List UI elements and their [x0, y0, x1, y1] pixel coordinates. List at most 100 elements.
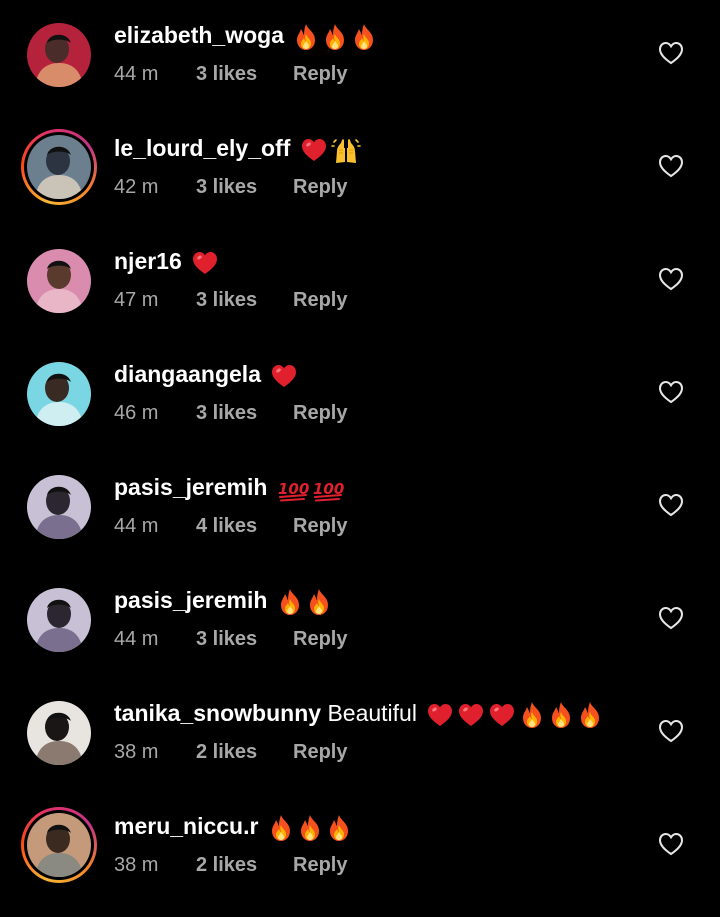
comment-emojis [267, 361, 298, 387]
comment-likes[interactable]: 4 likes [196, 513, 293, 539]
reply-button[interactable]: Reply [293, 513, 347, 539]
comment-likes[interactable]: 3 likes [196, 174, 293, 200]
comment-username[interactable]: le_lourd_ely_off [114, 135, 290, 161]
comment-meta: 44 m 4 likes Reply [114, 513, 347, 539]
comment-emojis: 100 100 [274, 474, 344, 503]
comment-likes[interactable]: 3 likes [196, 400, 293, 426]
comment-row: diangaangela 46 m 3 likes Reply [0, 339, 720, 452]
like-heart-icon[interactable] [657, 266, 685, 292]
fire-icon [293, 23, 319, 51]
comment-username[interactable]: njer16 [114, 248, 182, 274]
avatar[interactable] [21, 129, 97, 205]
comment-time: 38 m [114, 741, 159, 763]
red-heart-icon [426, 702, 454, 728]
reply-button[interactable]: Reply [293, 287, 347, 313]
comment-emojis [265, 813, 352, 842]
comment-likes[interactable]: 3 likes [196, 626, 293, 652]
avatar[interactable] [27, 362, 91, 426]
comment-time: 46 m [114, 402, 159, 424]
avatar[interactable] [21, 807, 97, 883]
avatar[interactable] [27, 23, 91, 87]
like-heart-icon[interactable] [657, 831, 685, 857]
reply-button[interactable]: Reply [293, 174, 347, 200]
comment-line: pasis_jeremih [114, 584, 332, 616]
red-heart-icon [191, 250, 219, 276]
comment-meta: 47 m 3 likes Reply [114, 287, 347, 313]
comment-likes[interactable]: 2 likes [196, 739, 293, 765]
fire-icon [577, 701, 603, 729]
comment-likes[interactable]: 3 likes [196, 61, 293, 87]
reply-button[interactable]: Reply [293, 626, 347, 652]
like-heart-icon[interactable] [657, 492, 685, 518]
reply-button[interactable]: Reply [293, 852, 347, 878]
hundred-icon: 100 [312, 475, 344, 503]
red-heart-icon [488, 702, 516, 728]
red-heart-icon [457, 702, 485, 728]
comment-likes[interactable]: 3 likes [196, 287, 293, 313]
avatar-image [27, 135, 91, 199]
fire-icon [548, 701, 574, 729]
like-heart-icon[interactable] [657, 718, 685, 744]
comment-line: le_lourd_ely_off [114, 132, 361, 164]
comment-username[interactable]: tanika_snowbunny [114, 700, 321, 726]
fire-icon [306, 588, 332, 616]
reply-button[interactable]: Reply [293, 400, 347, 426]
comment-time: 44 m [114, 515, 159, 537]
comment-row: le_lourd_ely_off 42 m 3 likes Reply [0, 113, 720, 226]
fire-icon [326, 814, 352, 842]
hundred-icon: 100 [277, 475, 309, 503]
comment-username[interactable]: meru_niccu.r [114, 813, 258, 839]
comment-meta: 38 m 2 likes Reply [114, 739, 347, 765]
comment-likes[interactable]: 2 likes [196, 852, 293, 878]
comment-meta: 38 m 2 likes Reply [114, 852, 347, 878]
comment-row: elizabeth_woga 44 m 3 likes Reply [0, 0, 720, 113]
comment-username[interactable]: elizabeth_woga [114, 22, 284, 48]
comment-row: meru_niccu.r 38 m 2 likes Reply [0, 791, 720, 904]
like-heart-icon[interactable] [657, 153, 685, 179]
comment-line: meru_niccu.r [114, 810, 352, 842]
like-heart-icon[interactable] [657, 379, 685, 405]
comment-row: tanika_snowbunny Beautiful 38 m 2 likes Re… [0, 678, 720, 791]
comment-meta: 44 m 3 likes Reply [114, 626, 347, 652]
avatar[interactable] [27, 701, 91, 765]
avatar-image [27, 475, 91, 539]
reply-button[interactable]: Reply [293, 739, 347, 765]
comment-meta: 46 m 3 likes Reply [114, 400, 347, 426]
comment-row: njer16 47 m 3 likes Reply [0, 226, 720, 339]
avatar[interactable] [27, 475, 91, 539]
fire-icon [519, 701, 545, 729]
comment-line: tanika_snowbunny Beautiful [114, 697, 603, 729]
fire-icon [277, 588, 303, 616]
avatar[interactable] [27, 249, 91, 313]
comment-time: 47 m [114, 289, 159, 311]
red-heart-icon [300, 137, 328, 163]
comment-time: 44 m [114, 63, 159, 85]
avatar-image [27, 362, 91, 426]
raised-hands-icon [330, 136, 361, 164]
comment-username[interactable]: pasis_jeremih [114, 474, 267, 500]
comment-username[interactable]: diangaangela [114, 361, 261, 387]
comment-text: Beautiful [327, 700, 417, 726]
fire-icon [351, 23, 377, 51]
comment-meta: 42 m 3 likes Reply [114, 174, 347, 200]
comment-time: 42 m [114, 176, 159, 198]
fire-icon [322, 23, 348, 51]
fire-icon [297, 814, 323, 842]
avatar[interactable] [27, 588, 91, 652]
reply-button[interactable]: Reply [293, 61, 347, 87]
comment-username[interactable]: pasis_jeremih [114, 587, 267, 613]
comment-line: diangaangela [114, 358, 298, 390]
comments-list: elizabeth_woga 44 m3 likes Reply le_lourd… [0, 0, 720, 904]
comment-emojis [274, 587, 332, 616]
comment-line: njer16 [114, 245, 219, 277]
like-heart-icon[interactable] [657, 605, 685, 631]
like-heart-icon[interactable] [657, 40, 685, 66]
comment-line: pasis_jeremih 100 100 [114, 471, 344, 503]
comment-emojis [297, 135, 361, 164]
fire-icon [268, 814, 294, 842]
comment-emojis [290, 22, 377, 51]
avatar-image [27, 701, 91, 765]
avatar-image [27, 588, 91, 652]
comment-row: pasis_jeremih 100 100 44 m 4 likes Reply [0, 452, 720, 565]
comment-line: elizabeth_woga [114, 19, 377, 51]
